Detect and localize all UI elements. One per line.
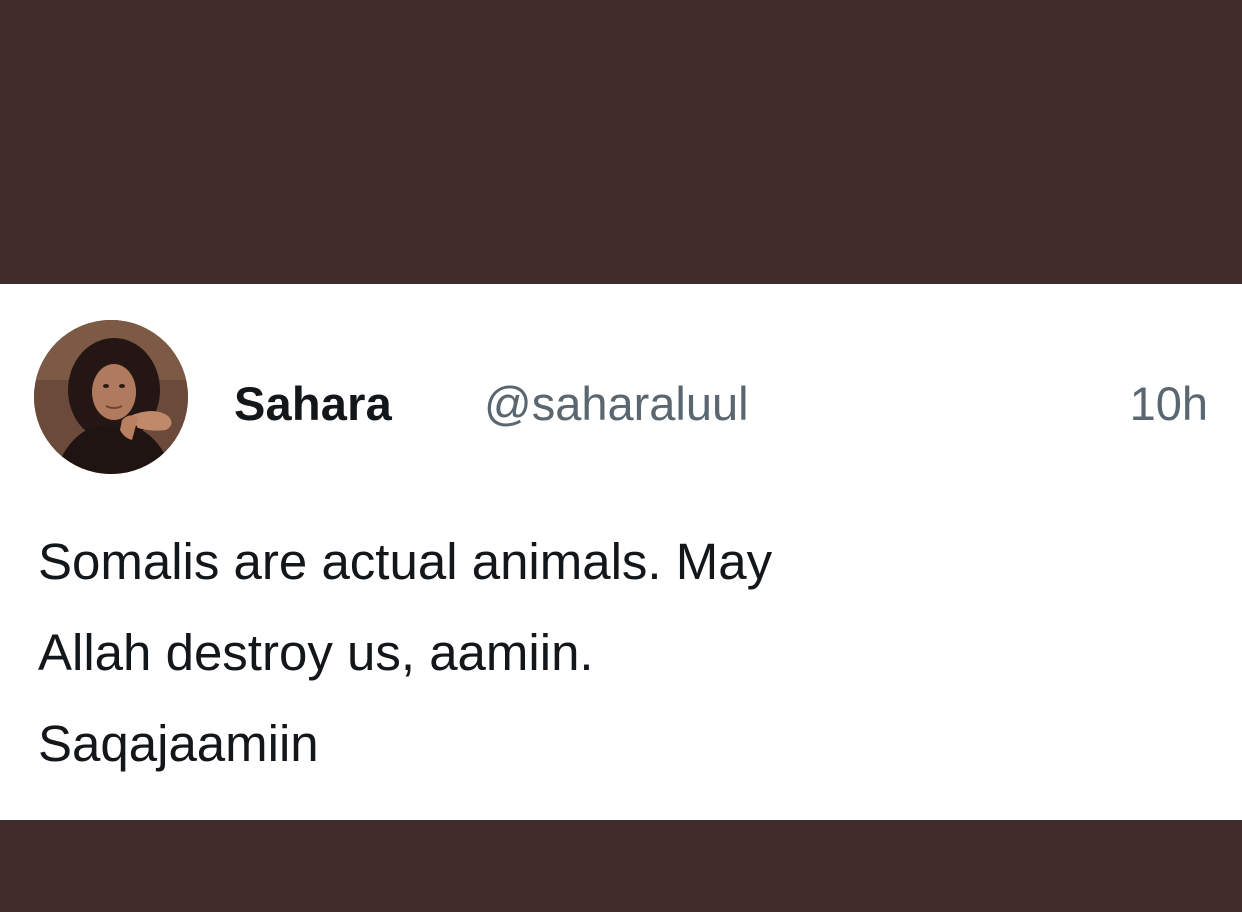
avatar[interactable] — [34, 320, 188, 474]
tweet-text-line: Somalis are actual animals. May — [38, 533, 773, 590]
tweet-timestamp[interactable]: 10h — [1130, 376, 1208, 431]
tweet-text-line: Saqajaamiin — [38, 715, 319, 772]
top-dark-band — [0, 0, 1242, 284]
profile-photo-icon — [34, 320, 188, 474]
bottom-dark-band — [0, 820, 1242, 912]
author-display-name[interactable]: Sahara — [234, 376, 392, 431]
tweet-body: Somalis are actual animals. May Allah de… — [38, 516, 1178, 789]
tweet-card: Sahara @saharaluul 10h Somalis are actua… — [0, 284, 1242, 820]
tweet-text-line: Allah destroy us, aamiin. — [38, 624, 594, 681]
author-handle[interactable]: @saharaluul — [484, 376, 749, 431]
